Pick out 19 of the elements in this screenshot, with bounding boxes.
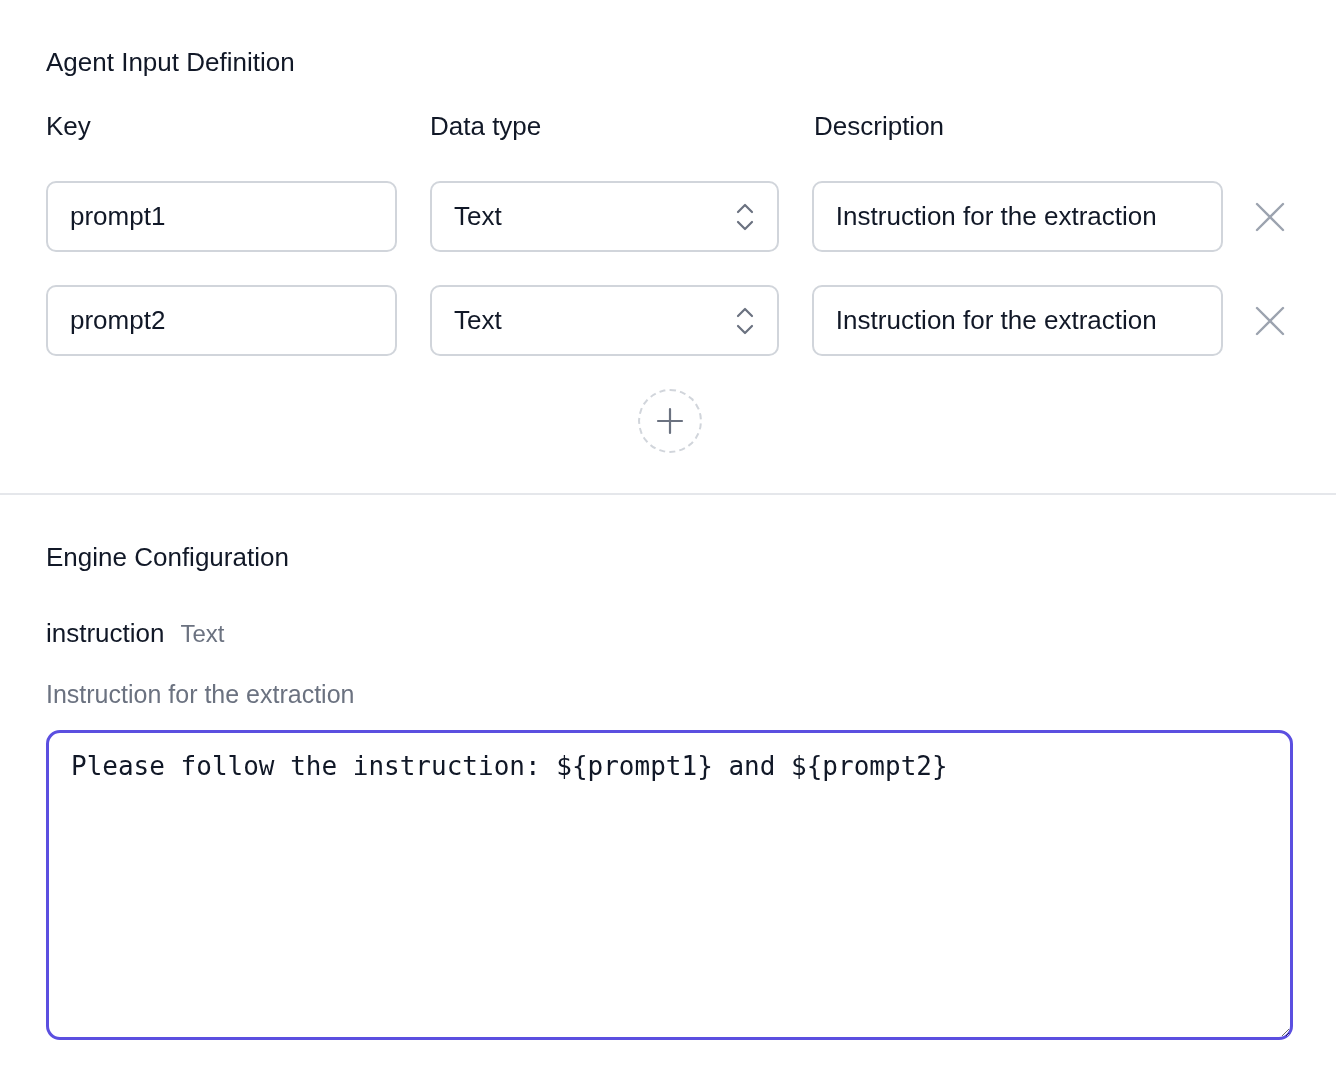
column-header: Description xyxy=(814,110,946,142)
field-type: Text xyxy=(180,619,225,649)
section-title: Agent Input Definition xyxy=(46,46,296,78)
key-input[interactable]: prompt2 xyxy=(46,285,397,356)
description-input[interactable]: Instruction for the extraction xyxy=(811,181,1224,252)
data-type-select[interactable]: Text xyxy=(430,181,779,252)
description-input[interactable]: Instruction for the extraction xyxy=(811,285,1224,356)
data-type-select[interactable]: Text xyxy=(430,285,779,356)
plus-icon xyxy=(656,407,684,435)
section-title: Engine Configuration xyxy=(46,541,290,573)
key-input[interactable]: prompt1 xyxy=(46,181,397,252)
instruction-textarea[interactable]: Please follow the instruction: ${prompt1} and ${prompt2} xyxy=(46,730,1293,1040)
close-icon xyxy=(1255,305,1286,336)
add-row-button[interactable] xyxy=(638,389,702,453)
field-name: instruction xyxy=(46,617,165,649)
column-header: Data type xyxy=(430,110,543,142)
field-description: Instruction for the extraction xyxy=(46,679,356,710)
column-header: Key xyxy=(46,110,92,142)
close-icon xyxy=(1255,201,1286,232)
